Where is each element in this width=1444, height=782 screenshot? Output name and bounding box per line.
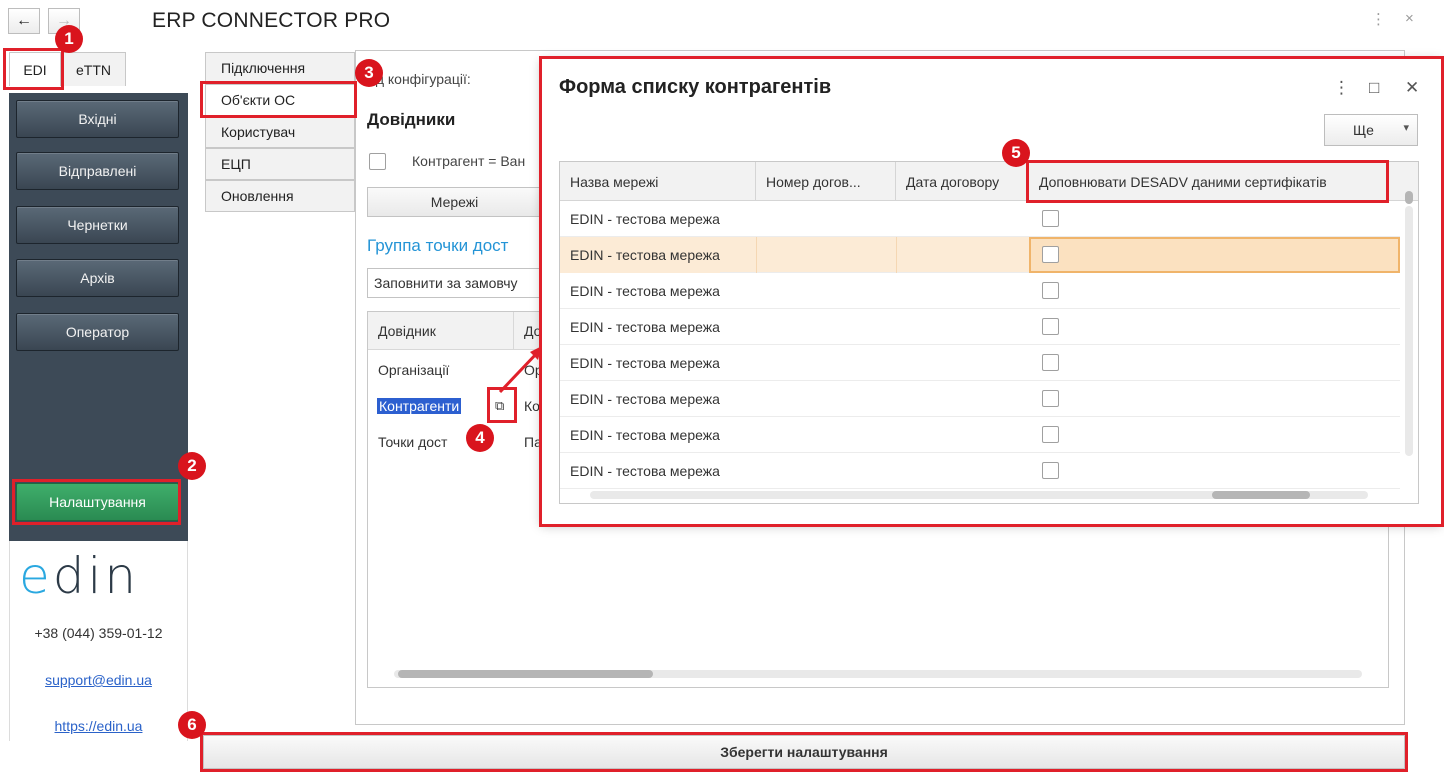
annotation-badge-4: 4	[466, 424, 494, 452]
annotation-badge-6: 6	[178, 711, 206, 739]
app-title: ERP CONNECTOR PRO	[152, 9, 391, 32]
tab-ettn[interactable]: eTTN	[61, 52, 126, 86]
edin-logo: edin	[19, 547, 140, 605]
arrow-left-icon: ←	[16, 12, 32, 29]
annotation-box-objects-tab	[200, 81, 357, 118]
column-header: Довідник	[378, 323, 436, 339]
tab-updates[interactable]: Оновлення	[205, 180, 355, 212]
sidebar-item-archive[interactable]: Архів	[16, 259, 179, 297]
back-button[interactable]: ←	[8, 8, 40, 34]
support-email-link[interactable]: support@edin.ua	[9, 672, 188, 688]
config-label: ид конфігурації:	[368, 71, 471, 87]
group-title: Группа точки дост	[367, 236, 509, 255]
annotation-badge-5: 5	[1002, 139, 1030, 167]
tab-user[interactable]: Користувач	[205, 116, 355, 148]
section-title: Довідники	[367, 110, 456, 129]
annotation-badge-1: 1	[55, 25, 83, 53]
website-link[interactable]: https://edin.ua	[9, 718, 188, 734]
annotation-badge-2: 2	[178, 452, 206, 480]
window-close-icon[interactable]: ×	[1405, 10, 1414, 27]
annotation-box-save	[200, 732, 1408, 772]
annotation-box-dialog	[539, 56, 1444, 527]
table-row[interactable]: Точки дост	[378, 434, 447, 450]
sidebar-item-drafts[interactable]: Чернетки	[16, 206, 179, 244]
fill-default-select[interactable]: Заповнити за замовчу	[367, 268, 542, 298]
sidebar-item-operator[interactable]: Оператор	[16, 313, 179, 351]
annotation-box-open-icon	[487, 387, 517, 423]
networks-button[interactable]: Мережі	[367, 187, 542, 217]
sidebar-item-sent[interactable]: Відправлені	[16, 152, 179, 190]
window-menu-icon[interactable]: ⋮	[1371, 10, 1386, 28]
annotation-box-settings	[12, 479, 181, 525]
table-row-selected[interactable]: Контрагенти	[377, 398, 462, 414]
annotation-box-edi-tab	[3, 48, 64, 90]
sidebar-item-incoming[interactable]: Вхідні	[16, 100, 179, 138]
tab-signature[interactable]: ЕЦП	[205, 148, 355, 180]
scrollbar-thumb[interactable]	[398, 670, 653, 678]
contractor-checkbox[interactable]	[369, 153, 386, 170]
checkbox-label: Контрагент = Ван	[412, 153, 526, 169]
tab-connection[interactable]: Підключення	[205, 52, 355, 84]
annotation-badge-3: 3	[355, 59, 383, 87]
table-row[interactable]: Організації	[378, 362, 449, 378]
support-phone: +38 (044) 359-01-12	[34, 625, 163, 641]
table-cell[interactable]: Ко	[524, 398, 540, 414]
